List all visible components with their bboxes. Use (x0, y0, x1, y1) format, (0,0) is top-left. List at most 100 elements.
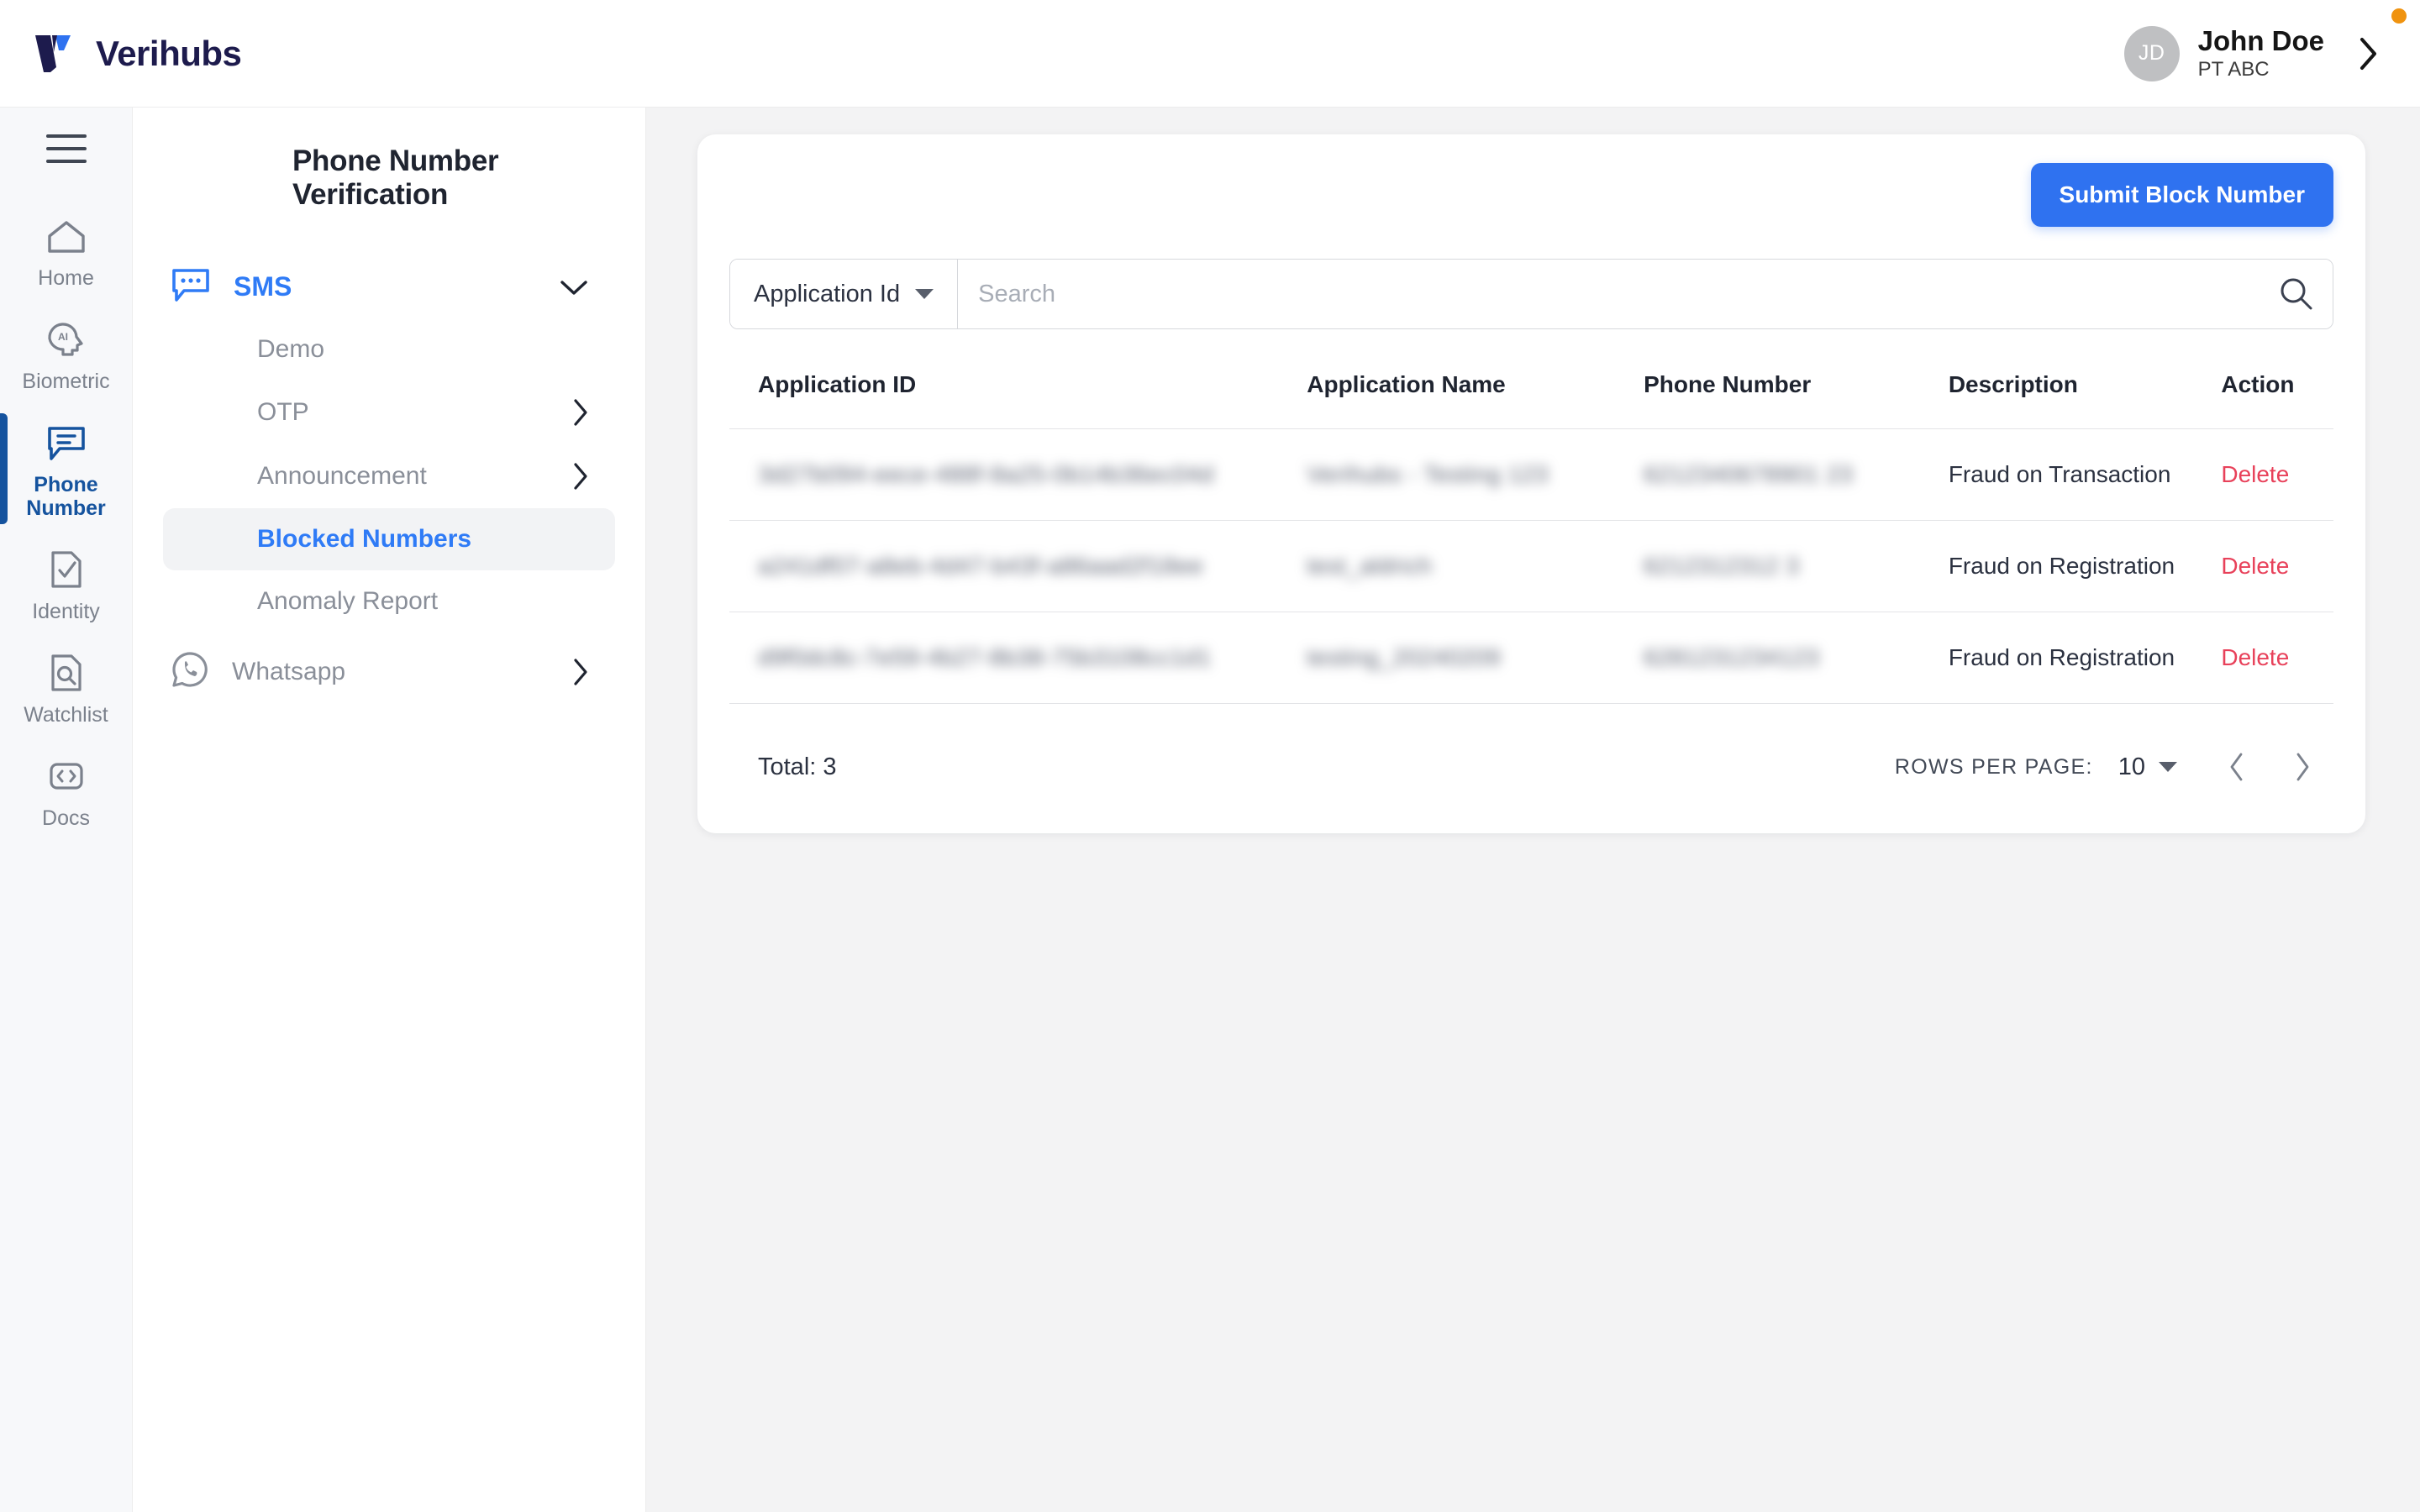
avatar: JD (2123, 25, 2180, 81)
sidebar-item-label: Watchlist (24, 703, 108, 727)
search-filter-label: Application Id (754, 280, 901, 307)
user-profile[interactable]: JD John Doe PT ABC (2123, 25, 2380, 81)
rows-per-page-select[interactable]: 10 (2118, 753, 2177, 781)
delete-button[interactable]: Delete (2221, 644, 2289, 670)
hamburger-menu-icon[interactable] (45, 134, 87, 163)
user-name: John Doe (2197, 24, 2324, 56)
column-header-action: Action (2221, 358, 2333, 429)
cell-phone-number: 6281231234123 (1644, 644, 1820, 670)
sidebar-item-label: Docs (42, 806, 90, 830)
sidebar-item-blocked-numbers[interactable]: Blocked Numbers (163, 508, 615, 570)
sidebar-item-label: Phone Number (26, 473, 106, 520)
nav-item-label: Demo (257, 335, 325, 363)
cell-application-id: 3d27b094-eece-488f-8a25-0b14b36ec04d (758, 461, 1214, 487)
search-filter-select[interactable]: Application Id (730, 260, 959, 328)
chevron-right-icon (574, 658, 587, 685)
sidebar-item-otp[interactable]: OTP (163, 381, 615, 444)
document-search-icon (47, 650, 86, 696)
cell-description: Fraud on Transaction (1948, 428, 2222, 521)
chevron-right-icon (2296, 753, 2309, 781)
secondary-sidebar: Phone Number Verification SMS Demo OTP A… (133, 108, 646, 1512)
svg-text:AI: AI (58, 331, 68, 343)
notification-dot (2391, 8, 2407, 24)
cell-phone-number: 6212312312 3 (1644, 553, 1800, 579)
ai-face-icon: AI (44, 317, 89, 362)
column-header-application-id: Application ID (729, 358, 1307, 429)
home-icon (45, 213, 88, 259)
total-count: Total: 3 (758, 753, 837, 780)
sidebar-item-label: Home (38, 266, 94, 290)
icon-rail: Home AI Biometric Phone Number Identity … (0, 108, 133, 1512)
top-bar: Verihubs JD John Doe PT ABC (0, 0, 2420, 108)
column-header-phone-number: Phone Number (1644, 358, 1949, 429)
sidebar-item-demo[interactable]: Demo (163, 318, 615, 381)
sms-bubble-icon (170, 265, 212, 308)
nav-group-label: SMS (234, 271, 292, 302)
nav-item-label: Blocked Numbers (257, 525, 472, 553)
chevron-down-icon[interactable] (558, 277, 590, 297)
sidebar-item-label: Identity (32, 600, 100, 623)
nav-item-label: Announcement (257, 462, 427, 490)
chevron-right-icon (574, 463, 587, 490)
whatsapp-icon (170, 649, 210, 694)
blocked-numbers-card: Submit Block Number Application Id Appli… (697, 134, 2365, 833)
chevron-right-icon (574, 399, 587, 426)
search-icon[interactable] (2260, 260, 2333, 328)
delete-button[interactable]: Delete (2221, 461, 2289, 487)
nav-item-label: Whatsapp (232, 657, 346, 685)
rows-per-page-value: 10 (2118, 753, 2145, 780)
cell-application-id: a241df07-a8eb-4d47-b43f-a86aad2f18ee (758, 553, 1204, 579)
previous-page-button[interactable] (2211, 741, 2263, 793)
sidebar-item-label: Biometric (22, 370, 110, 393)
card-toolbar: Submit Block Number (729, 163, 2333, 227)
table-row: a241df07-a8eb-4d47-b43f-a86aad2f18ee tes… (729, 520, 2333, 612)
sidebar-item-watchlist[interactable]: Watchlist (0, 638, 133, 742)
rows-per-page-label: ROWS PER PAGE: (1894, 754, 2093, 779)
table-row: d9f0dc8c-7e59-4b27-8b38-75b3108cc1d1 tes… (729, 612, 2333, 704)
sidebar-item-biometric[interactable]: AI Biometric (0, 305, 133, 408)
sidebar-item-whatsapp[interactable]: Whatsapp (163, 633, 615, 711)
cell-phone-number: 6212340678901 23 (1644, 461, 1854, 487)
cell-description: Fraud on Registration (1948, 520, 2222, 612)
code-brackets-icon (46, 753, 87, 799)
table-header-row: Application ID Application Name Phone Nu… (729, 358, 2333, 429)
cell-application-name: Verihubs - Testing 123 (1307, 461, 1549, 487)
cell-application-name: test_aldrich (1307, 553, 1433, 579)
pagination: ROWS PER PAGE: 10 (1895, 741, 2328, 793)
cell-description: Fraud on Registration (1948, 612, 2222, 704)
sidebar-item-docs[interactable]: Docs (0, 742, 133, 845)
app-root: Verihubs JD John Doe PT ABC Home AI Biom… (0, 0, 2420, 1512)
cell-application-id: d9f0dc8c-7e59-4b27-8b38-75b3108cc1d1 (758, 644, 1212, 670)
user-meta: John Doe PT ABC (2198, 25, 2324, 81)
page-title: Phone Number Verification (292, 144, 499, 211)
column-header-description: Description (1948, 358, 2222, 429)
brand-name: Verihubs (96, 33, 242, 73)
cell-application-name: testing_20240209 (1307, 644, 1501, 670)
verihubs-v-logo-icon (35, 34, 71, 72)
delete-button[interactable]: Delete (2221, 553, 2289, 579)
sidebar-item-identity[interactable]: Identity (0, 535, 133, 638)
chevron-right-icon[interactable] (2358, 35, 2380, 72)
sidebar-item-home[interactable]: Home (0, 202, 133, 305)
table-footer: Total: 3 ROWS PER PAGE: 10 (729, 704, 2333, 808)
table-row: 3d27b094-eece-488f-8a25-0b14b36ec04d Ver… (729, 428, 2333, 521)
sidebar-item-phone-number[interactable]: Phone Number (0, 408, 133, 535)
search-input[interactable] (958, 260, 2260, 328)
column-header-application-name: Application Name (1307, 358, 1644, 429)
sidebar-item-anomaly-report[interactable]: Anomaly Report (163, 570, 615, 633)
brand[interactable]: Verihubs (34, 32, 242, 76)
search-bar: Application Id (729, 259, 2333, 329)
message-lines-icon (45, 420, 88, 465)
next-page-button[interactable] (2276, 741, 2328, 793)
chevron-left-icon (2230, 753, 2243, 781)
document-check-icon (47, 547, 86, 592)
nav-item-label: Anomaly Report (257, 587, 439, 615)
caret-down-icon (2159, 762, 2177, 772)
caret-down-icon (915, 289, 934, 299)
user-org: PT ABC (2197, 57, 2270, 81)
nav-group-sms[interactable]: SMS (163, 255, 615, 318)
sidebar-item-announcement[interactable]: Announcement (163, 444, 615, 508)
blocked-numbers-table: Application ID Application Name Phone Nu… (729, 358, 2333, 704)
nav-item-label: OTP (257, 398, 309, 426)
submit-block-number-button[interactable]: Submit Block Number (2030, 163, 2333, 227)
